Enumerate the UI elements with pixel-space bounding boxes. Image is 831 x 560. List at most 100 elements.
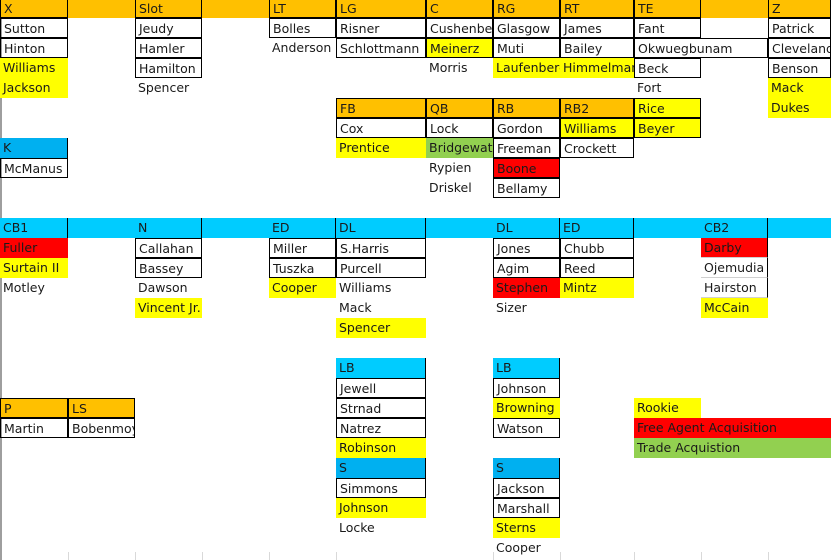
- player-cell[interactable]: James: [560, 18, 634, 38]
- spreadsheet-grid[interactable]: X Slot LT LG C RG RT TE Z Sutton Jeudy Bolles Risner…: [0, 0, 831, 560]
- player-cell[interactable]: Sizer: [493, 298, 560, 318]
- player-cell[interactable]: Bridgewater: [426, 138, 493, 158]
- player-cell[interactable]: Boone: [493, 158, 560, 178]
- player-cell[interactable]: Browning: [493, 398, 560, 418]
- position-header-cell[interactable]: K: [0, 138, 68, 158]
- player-cell[interactable]: Benson: [768, 58, 831, 78]
- position-header-cell[interactable]: ED: [560, 218, 634, 238]
- position-header-cell[interactable]: LB: [336, 358, 426, 378]
- position-header-cell[interactable]: N: [135, 218, 202, 238]
- player-cell[interactable]: Spencer: [135, 78, 202, 98]
- player-cell[interactable]: Reed: [560, 258, 634, 278]
- player-cell[interactable]: Ojemudia: [701, 258, 768, 278]
- player-cell[interactable]: Mack: [336, 298, 426, 318]
- position-header-cell[interactable]: Z: [768, 0, 831, 18]
- position-header-cell[interactable]: S: [493, 458, 560, 478]
- player-cell[interactable]: Agim: [493, 258, 560, 278]
- player-cell[interactable]: Cooper: [269, 278, 336, 298]
- player-cell[interactable]: Hairston: [701, 278, 768, 298]
- player-cell[interactable]: Natrez: [336, 418, 426, 438]
- player-cell[interactable]: Watson: [493, 418, 560, 438]
- player-cell[interactable]: Cox: [336, 118, 426, 138]
- player-cell[interactable]: Jeudy: [135, 18, 202, 38]
- player-cell[interactable]: Beck: [634, 58, 701, 78]
- player-cell[interactable]: Meinerz: [426, 38, 493, 58]
- player-cell[interactable]: Williams: [0, 58, 68, 78]
- player-cell[interactable]: Motley: [0, 278, 68, 298]
- player-cell[interactable]: Marshall: [493, 498, 560, 518]
- player-cell[interactable]: Anderson: [269, 38, 336, 58]
- player-cell[interactable]: S.Harris: [336, 238, 426, 258]
- position-header-cell[interactable]: LT: [269, 0, 336, 18]
- player-cell[interactable]: Rice: [634, 98, 701, 118]
- player-cell[interactable]: Locke: [336, 518, 426, 538]
- position-header-cell[interactable]: QB: [426, 98, 493, 118]
- position-header-cell[interactable]: RG: [493, 0, 560, 18]
- player-cell[interactable]: Mintz: [560, 278, 634, 298]
- player-cell[interactable]: Vincent Jr.: [135, 298, 202, 318]
- player-cell[interactable]: Johnson: [493, 378, 560, 398]
- player-cell[interactable]: Jewell: [336, 378, 426, 398]
- player-cell[interactable]: Schlottmann: [336, 38, 426, 58]
- player-cell[interactable]: Driskel: [426, 178, 493, 198]
- player-cell[interactable]: Hamilton: [135, 58, 202, 78]
- player-cell[interactable]: Chubb: [560, 238, 634, 258]
- player-cell[interactable]: Martin: [0, 418, 68, 438]
- player-cell[interactable]: Freeman: [493, 138, 560, 158]
- player-cell[interactable]: Simmons: [336, 478, 426, 498]
- player-cell[interactable]: Glasgow: [493, 18, 560, 38]
- player-cell[interactable]: Okwuegbunam: [634, 38, 768, 58]
- player-cell[interactable]: Strnad: [336, 398, 426, 418]
- position-header-cell[interactable]: TE: [634, 0, 701, 18]
- player-cell[interactable]: Patrick: [768, 18, 831, 38]
- player-cell[interactable]: Jackson: [0, 78, 68, 98]
- player-cell[interactable]: Spencer: [336, 318, 426, 338]
- player-cell[interactable]: Sutton: [0, 18, 68, 38]
- player-cell[interactable]: Cooper: [493, 538, 560, 558]
- player-cell[interactable]: Dawson: [135, 278, 202, 298]
- player-cell[interactable]: Darby: [701, 238, 768, 258]
- position-header-cell[interactable]: DL: [493, 218, 560, 238]
- legend-cell[interactable]: Free Agent Acquisition: [634, 418, 831, 438]
- player-cell[interactable]: Miller: [269, 238, 336, 258]
- player-cell[interactable]: Williams: [336, 278, 426, 298]
- player-cell[interactable]: Crockett: [560, 138, 634, 158]
- position-header-cell[interactable]: C: [426, 0, 493, 18]
- position-header-cell[interactable]: LS: [68, 398, 135, 418]
- player-cell[interactable]: Hamler: [135, 38, 202, 58]
- position-header-cell[interactable]: RT: [560, 0, 634, 18]
- player-cell[interactable]: Cleveland: [768, 38, 831, 58]
- player-cell[interactable]: Jones: [493, 238, 560, 258]
- player-cell[interactable]: Prentice: [336, 138, 426, 158]
- legend-cell[interactable]: Trade Acquistion: [634, 438, 831, 458]
- player-cell[interactable]: Bolles: [269, 18, 336, 38]
- player-cell[interactable]: Beyer: [634, 118, 701, 138]
- player-cell[interactable]: Himmelman: [560, 58, 634, 78]
- player-cell[interactable]: Hinton: [0, 38, 68, 58]
- player-cell[interactable]: Fuller: [0, 238, 68, 258]
- player-cell[interactable]: Johnson: [336, 498, 426, 518]
- position-header-cell[interactable]: FB: [336, 98, 426, 118]
- position-header-cell[interactable]: X: [0, 0, 68, 18]
- player-cell[interactable]: McManus: [0, 158, 68, 178]
- position-header-cell[interactable]: ED: [269, 218, 336, 238]
- position-header-cell[interactable]: RB: [493, 98, 560, 118]
- player-cell[interactable]: Bassey: [135, 258, 202, 278]
- player-cell[interactable]: Tuszka: [269, 258, 336, 278]
- player-cell[interactable]: Bobenmoyer: [68, 418, 135, 438]
- player-cell[interactable]: Williams: [560, 118, 634, 138]
- position-header-cell[interactable]: RB2: [560, 98, 634, 118]
- position-header-cell[interactable]: DL: [336, 218, 426, 238]
- player-cell[interactable]: Surtain II: [0, 258, 68, 278]
- player-cell[interactable]: Stephen: [493, 278, 560, 298]
- position-header-cell[interactable]: Slot: [135, 0, 202, 18]
- legend-cell[interactable]: Rookie: [634, 398, 701, 418]
- position-header-cell[interactable]: LB: [493, 358, 560, 378]
- position-header-cell[interactable]: S: [336, 458, 426, 478]
- player-cell[interactable]: Morris: [426, 58, 493, 78]
- player-cell[interactable]: Purcell: [336, 258, 426, 278]
- player-cell[interactable]: Mack: [768, 78, 831, 98]
- player-cell[interactable]: Risner: [336, 18, 426, 38]
- player-cell[interactable]: Bellamy: [493, 178, 560, 198]
- player-cell[interactable]: Jackson: [493, 478, 560, 498]
